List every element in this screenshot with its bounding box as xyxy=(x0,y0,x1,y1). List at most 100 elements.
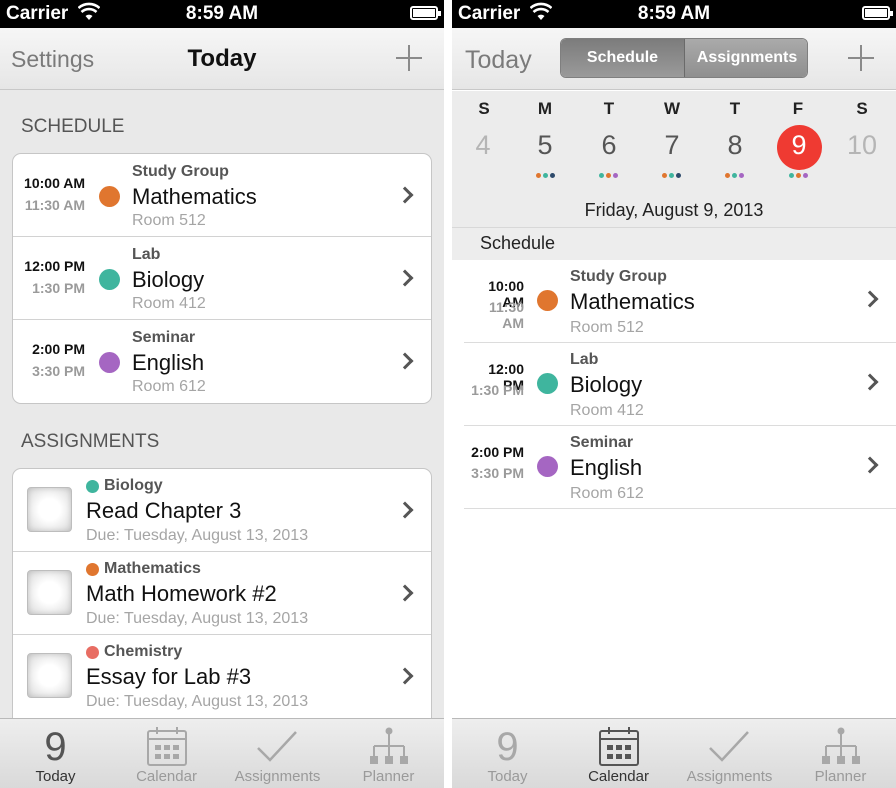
today-number-icon: 9 xyxy=(44,725,67,769)
assignment-due: Due: Tuesday, August 13, 2013 xyxy=(86,610,309,627)
class-kind: Lab xyxy=(570,351,599,368)
nav-bar: Settings Today xyxy=(0,28,444,90)
nav-bar: Today Schedule Assignments xyxy=(452,28,896,90)
class-color-dot xyxy=(99,186,120,207)
class-color-dot xyxy=(537,373,558,394)
schedule-row[interactable]: 10:00 AM 11:30 AM Study Group Mathematic… xyxy=(13,154,431,237)
class-kind: Study Group xyxy=(132,163,229,180)
day-number[interactable]: 8 xyxy=(712,130,758,161)
schedule-section-header: Schedule xyxy=(452,228,896,260)
add-icon[interactable] xyxy=(848,45,874,71)
schedule-section-header: SCHEDULE xyxy=(21,116,125,137)
tab-calendar[interactable]: Calendar xyxy=(563,719,674,788)
weekday-label: W xyxy=(663,99,681,118)
assignment-row[interactable]: Mathematics Math Homework #2 Due: Tuesda… xyxy=(13,552,431,635)
chevron-right-icon xyxy=(861,373,879,391)
schedule-header-label: Schedule xyxy=(480,233,556,253)
day-number-selected[interactable]: 9 xyxy=(776,130,822,161)
tab-today[interactable]: 9 Today xyxy=(452,719,563,788)
day-number[interactable]: 5 xyxy=(522,130,568,161)
schedule-row[interactable]: 12:00 PM 1:30 PM Lab Biology Room 412 xyxy=(464,343,896,426)
end-time: 1:30 PM xyxy=(471,382,524,398)
class-room: Room 512 xyxy=(132,212,206,229)
assignment-category: Chemistry xyxy=(104,643,183,660)
weekday-label: S xyxy=(478,99,490,118)
planner-tree-icon xyxy=(370,727,408,764)
tab-planner[interactable]: Planner xyxy=(333,719,444,788)
segment-assignments[interactable]: Assignments xyxy=(685,39,807,77)
assignment-title: Read Chapter 3 xyxy=(86,498,242,523)
tab-today[interactable]: 9 Today xyxy=(0,719,111,788)
assignment-category: Biology xyxy=(104,477,163,494)
segment-schedule[interactable]: Schedule xyxy=(561,39,685,77)
schedule-row[interactable]: 2:00 PM 3:30 PM Seminar English Room 612 xyxy=(464,426,896,509)
class-subject: English xyxy=(132,350,205,375)
schedule-list: 10:00 AM 11:30 AM Study Group Mathematic… xyxy=(452,260,896,509)
weekday-label: F xyxy=(792,99,804,118)
schedule-row[interactable]: 12:00 PM 1:30 PM Lab Biology Room 412 xyxy=(13,237,431,320)
start-time: 10:00 AM xyxy=(24,175,85,191)
day-number[interactable]: 4 xyxy=(460,130,506,161)
day-number[interactable]: 7 xyxy=(649,130,695,161)
battery-icon xyxy=(410,6,441,20)
assignment-row[interactable]: Biology Read Chapter 3 Due: Tuesday, Aug… xyxy=(13,469,431,552)
class-room: Room 512 xyxy=(570,319,644,336)
assignment-checkbox[interactable] xyxy=(27,570,72,615)
today-back-button[interactable]: Today xyxy=(465,46,532,75)
add-icon[interactable] xyxy=(396,45,422,71)
class-kind: Lab xyxy=(132,246,161,263)
assignment-category: Mathematics xyxy=(104,560,201,577)
tab-label: Assignments xyxy=(686,768,773,785)
tab-label: Assignments xyxy=(234,768,321,785)
class-color-dot xyxy=(99,269,120,290)
class-subject: Biology xyxy=(570,372,643,397)
day-number[interactable]: 10 xyxy=(839,130,885,161)
schedule-row[interactable]: 10:00 AM 11:30 AM Study Group Mathematic… xyxy=(464,260,896,343)
end-time: 3:30 PM xyxy=(32,363,85,379)
chevron-right-icon xyxy=(861,456,879,474)
class-subject: English xyxy=(570,455,643,480)
event-dots xyxy=(789,173,819,179)
assignment-title: Essay for Lab #3 xyxy=(86,664,252,689)
calendar-icon xyxy=(147,727,187,766)
status-bar: Carrier 8:59 AM xyxy=(452,0,896,28)
class-kind: Seminar xyxy=(570,434,634,451)
category-color-dot xyxy=(86,563,99,576)
start-time: 2:00 PM xyxy=(471,444,524,460)
planner-tree-icon xyxy=(822,727,860,764)
assignment-checkbox[interactable] xyxy=(27,487,72,532)
tab-label: Calendar xyxy=(136,768,197,785)
event-dots xyxy=(725,173,755,179)
weekday-label: T xyxy=(729,99,741,118)
assignment-checkbox[interactable] xyxy=(27,653,72,698)
assignments-section-header: ASSIGNMENTS xyxy=(21,431,160,452)
class-subject: Biology xyxy=(132,267,205,292)
weekday-label: T xyxy=(603,99,615,118)
day-number[interactable]: 6 xyxy=(586,130,632,161)
class-subject: Mathematics xyxy=(132,184,257,209)
tab-label: Today xyxy=(487,768,528,785)
tab-label: Today xyxy=(35,768,76,785)
class-room: Room 612 xyxy=(132,378,206,395)
selected-date-label: Friday, August 9, 2013 xyxy=(584,200,764,220)
page-title: Today xyxy=(187,45,257,72)
event-dots xyxy=(599,173,629,179)
class-room: Room 412 xyxy=(570,402,644,419)
weekday-label: S xyxy=(856,99,868,118)
view-segmented-control: Schedule Assignments xyxy=(560,38,808,78)
schedule-row[interactable]: 2:00 PM 3:30 PM Seminar English Room 612 xyxy=(13,320,431,403)
chevron-right-icon xyxy=(396,667,414,685)
class-color-dot xyxy=(99,352,120,373)
tab-assignments[interactable]: Assignments xyxy=(674,719,785,788)
tab-assignments[interactable]: Assignments xyxy=(222,719,333,788)
assignment-row[interactable]: Chemistry Essay for Lab #3 Due: Tuesday,… xyxy=(13,635,431,718)
assignment-due: Due: Tuesday, August 13, 2013 xyxy=(86,527,309,544)
class-subject: Mathematics xyxy=(570,289,695,314)
tab-planner[interactable]: Planner xyxy=(785,719,896,788)
category-color-dot xyxy=(86,480,99,493)
end-time: 3:30 PM xyxy=(471,465,524,481)
tab-calendar[interactable]: Calendar xyxy=(111,719,222,788)
class-kind: Study Group xyxy=(570,268,667,285)
class-color-dot xyxy=(537,456,558,477)
class-room: Room 612 xyxy=(570,485,644,502)
